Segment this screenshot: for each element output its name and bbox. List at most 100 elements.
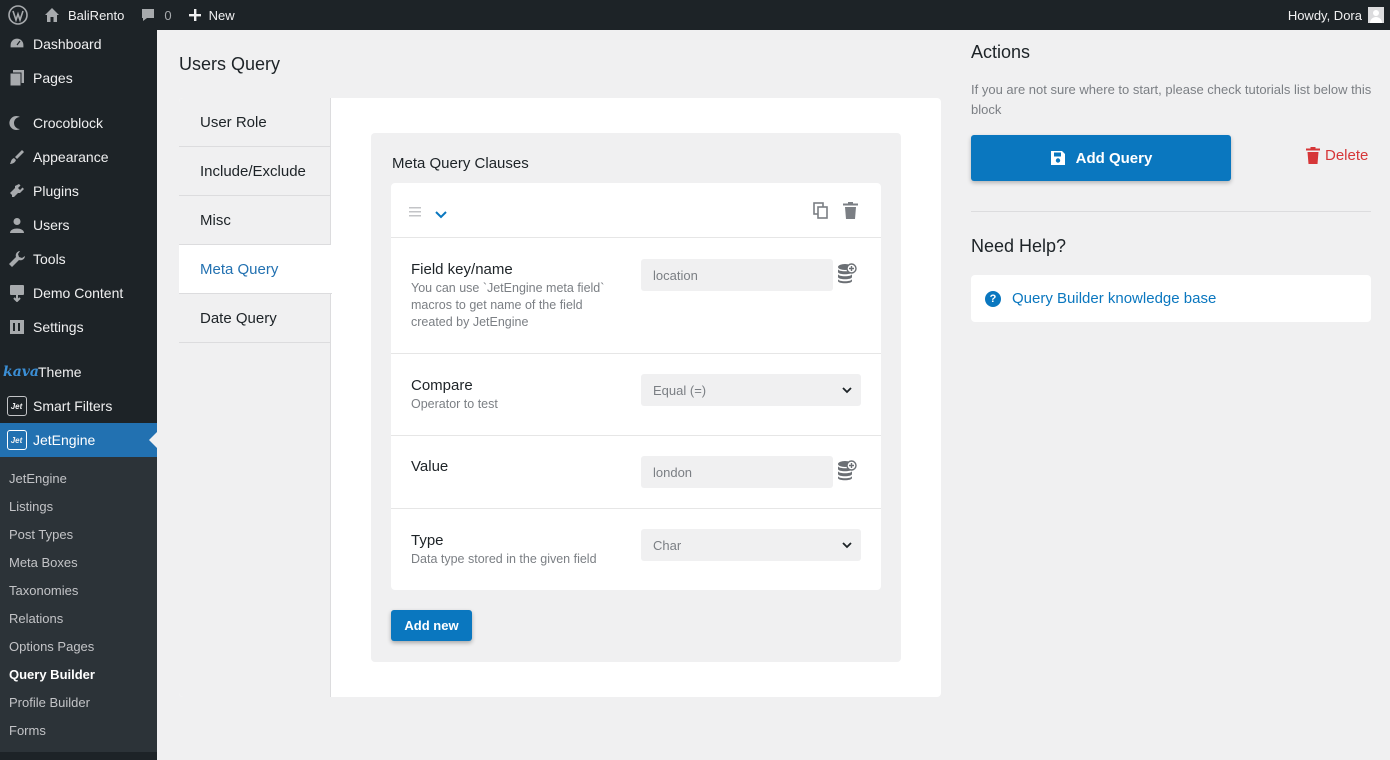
trash-icon[interactable] [843, 202, 858, 224]
divider [971, 211, 1371, 212]
menu-item-demo-content[interactable]: Demo Content [0, 276, 157, 310]
value-row: Value london [391, 436, 881, 509]
add-new-clause-button[interactable]: Add new [391, 610, 472, 641]
submenu-item-listings[interactable]: Listings [9, 499, 53, 514]
type-row: Type Data type stored in the given field… [391, 509, 881, 590]
menu-item-smart-filters[interactable]: Jet Smart Filters [0, 389, 157, 423]
menu-label: Theme [38, 364, 82, 380]
plus-icon [188, 9, 201, 21]
jet-badge: Jet [6, 396, 27, 416]
delete-query-link[interactable]: Delete [1306, 147, 1368, 164]
submenu-item-forms[interactable]: Forms [9, 723, 46, 738]
wordpress-logo-icon[interactable] [0, 0, 36, 30]
appearance-icon [0, 148, 33, 166]
value-label: Value [411, 458, 449, 475]
users-icon [0, 217, 33, 233]
submenu-item-meta-boxes[interactable]: Meta Boxes [9, 555, 78, 570]
type-value: Char [653, 537, 682, 553]
tab-user-role[interactable]: User Role [179, 98, 331, 147]
value-input[interactable]: london [641, 456, 833, 488]
menu-item-settings[interactable]: Settings [0, 310, 157, 344]
plugins-icon [0, 182, 33, 200]
clause-card: Field key/name You can use `JetEngine me… [391, 183, 881, 590]
admin-bar: BaliRento 0 New Howdy, Dora [0, 0, 1390, 30]
menu-item-plugins[interactable]: Plugins [0, 174, 157, 208]
chevron-down-icon [842, 542, 852, 549]
tools-icon [0, 250, 33, 268]
compare-label: Compare [411, 377, 473, 394]
compare-value: Equal (=) [653, 382, 707, 398]
menu-label: Pages [33, 70, 73, 86]
menu-item-dashboard[interactable]: Dashboard [0, 27, 157, 61]
actions-note: If you are not sure where to start, plea… [971, 82, 1372, 117]
save-icon [1050, 151, 1065, 165]
compare-row: Compare Operator to test Equal (=) [391, 354, 881, 436]
menu-item-pages[interactable]: Pages [0, 61, 157, 95]
new-content-link[interactable]: New [180, 0, 243, 30]
tab-date-query[interactable]: Date Query [179, 294, 331, 343]
menu-item-appearance[interactable]: Appearance [0, 140, 157, 174]
menu-label: Smart Filters [33, 398, 113, 414]
help-icon: ? [985, 290, 1001, 307]
menu-label: Plugins [33, 183, 79, 199]
menu-label: Demo Content [33, 285, 124, 301]
comments-count: 0 [164, 7, 172, 23]
jet-icon: Jet [0, 396, 33, 416]
submenu-item-taxonomies[interactable]: Taxonomies [9, 583, 78, 598]
menu-label: Crocoblock [33, 115, 104, 131]
submenu-item-options-pages[interactable]: Options Pages [9, 639, 94, 654]
menu-item-jetengine[interactable]: Jet JetEngine [0, 423, 157, 457]
collapse-chevron-icon[interactable] [435, 206, 447, 224]
trash-icon [1306, 147, 1320, 164]
jet-badge: Jet [6, 430, 27, 450]
submenu-item-jetengine[interactable]: JetEngine [9, 471, 67, 486]
submenu-item-profile-builder[interactable]: Profile Builder [9, 695, 90, 710]
comment-icon [142, 9, 155, 21]
menu-item-users[interactable]: Users [0, 208, 157, 242]
compare-select[interactable]: Equal (=) [641, 374, 861, 406]
site-name: BaliRento [68, 7, 125, 23]
knowledge-base-link[interactable]: ? Query Builder knowledge base [971, 275, 1371, 322]
comments-link[interactable]: 0 [132, 0, 179, 30]
settings-icon [0, 319, 33, 335]
home-icon [45, 8, 59, 22]
compare-desc: Operator to test [411, 397, 498, 411]
menu-item-tools[interactable]: Tools [0, 242, 157, 276]
submenu-item-query-builder[interactable]: Query Builder [9, 667, 95, 682]
type-label: Type [411, 532, 444, 549]
chevron-down-icon [842, 387, 852, 394]
add-query-label: Add Query [1075, 149, 1153, 167]
demo-content-icon [0, 284, 33, 302]
avatar [1368, 7, 1384, 23]
type-desc: Data type stored in the given field [411, 552, 597, 566]
help-title: Need Help? [971, 236, 1067, 256]
actions-title: Actions [971, 42, 1031, 62]
submenu-item-post-types[interactable]: Post Types [9, 527, 73, 542]
menu-item-theme[interactable]: kava Theme [0, 355, 157, 389]
dynamic-data-icon[interactable] [837, 460, 857, 487]
dynamic-data-icon[interactable] [837, 263, 857, 290]
menu-label: Appearance [33, 149, 109, 165]
copy-icon[interactable] [813, 202, 828, 224]
page-title: Users Query [179, 54, 281, 74]
tab-meta-query[interactable]: Meta Query [179, 245, 332, 294]
kava-logo: kava [3, 364, 39, 380]
type-select[interactable]: Char [641, 529, 861, 561]
user-account-menu[interactable]: Howdy, Dora [1280, 0, 1390, 30]
clause-card-header [391, 183, 881, 238]
field-key-desc-2: macros to get name of the field [411, 298, 583, 312]
field-key-input[interactable]: location [641, 259, 833, 291]
tab-include-exclude[interactable]: Include/Exclude [179, 147, 331, 196]
drag-handle-icon[interactable] [409, 204, 421, 222]
menu-label: Settings [33, 319, 84, 335]
tab-misc[interactable]: Misc [179, 196, 331, 245]
query-tabs: User Role Include/Exclude Misc Meta Quer… [179, 98, 332, 697]
pages-icon [0, 69, 33, 87]
submenu-item-relations[interactable]: Relations [9, 611, 63, 626]
site-name-link[interactable]: BaliRento [36, 0, 132, 30]
add-query-button[interactable]: Add Query [971, 135, 1231, 181]
dashboard-icon [0, 35, 33, 53]
menu-item-crocoblock[interactable]: Crocoblock [0, 106, 157, 140]
jet-icon: Jet [0, 430, 33, 450]
menu-label: Users [33, 217, 70, 233]
